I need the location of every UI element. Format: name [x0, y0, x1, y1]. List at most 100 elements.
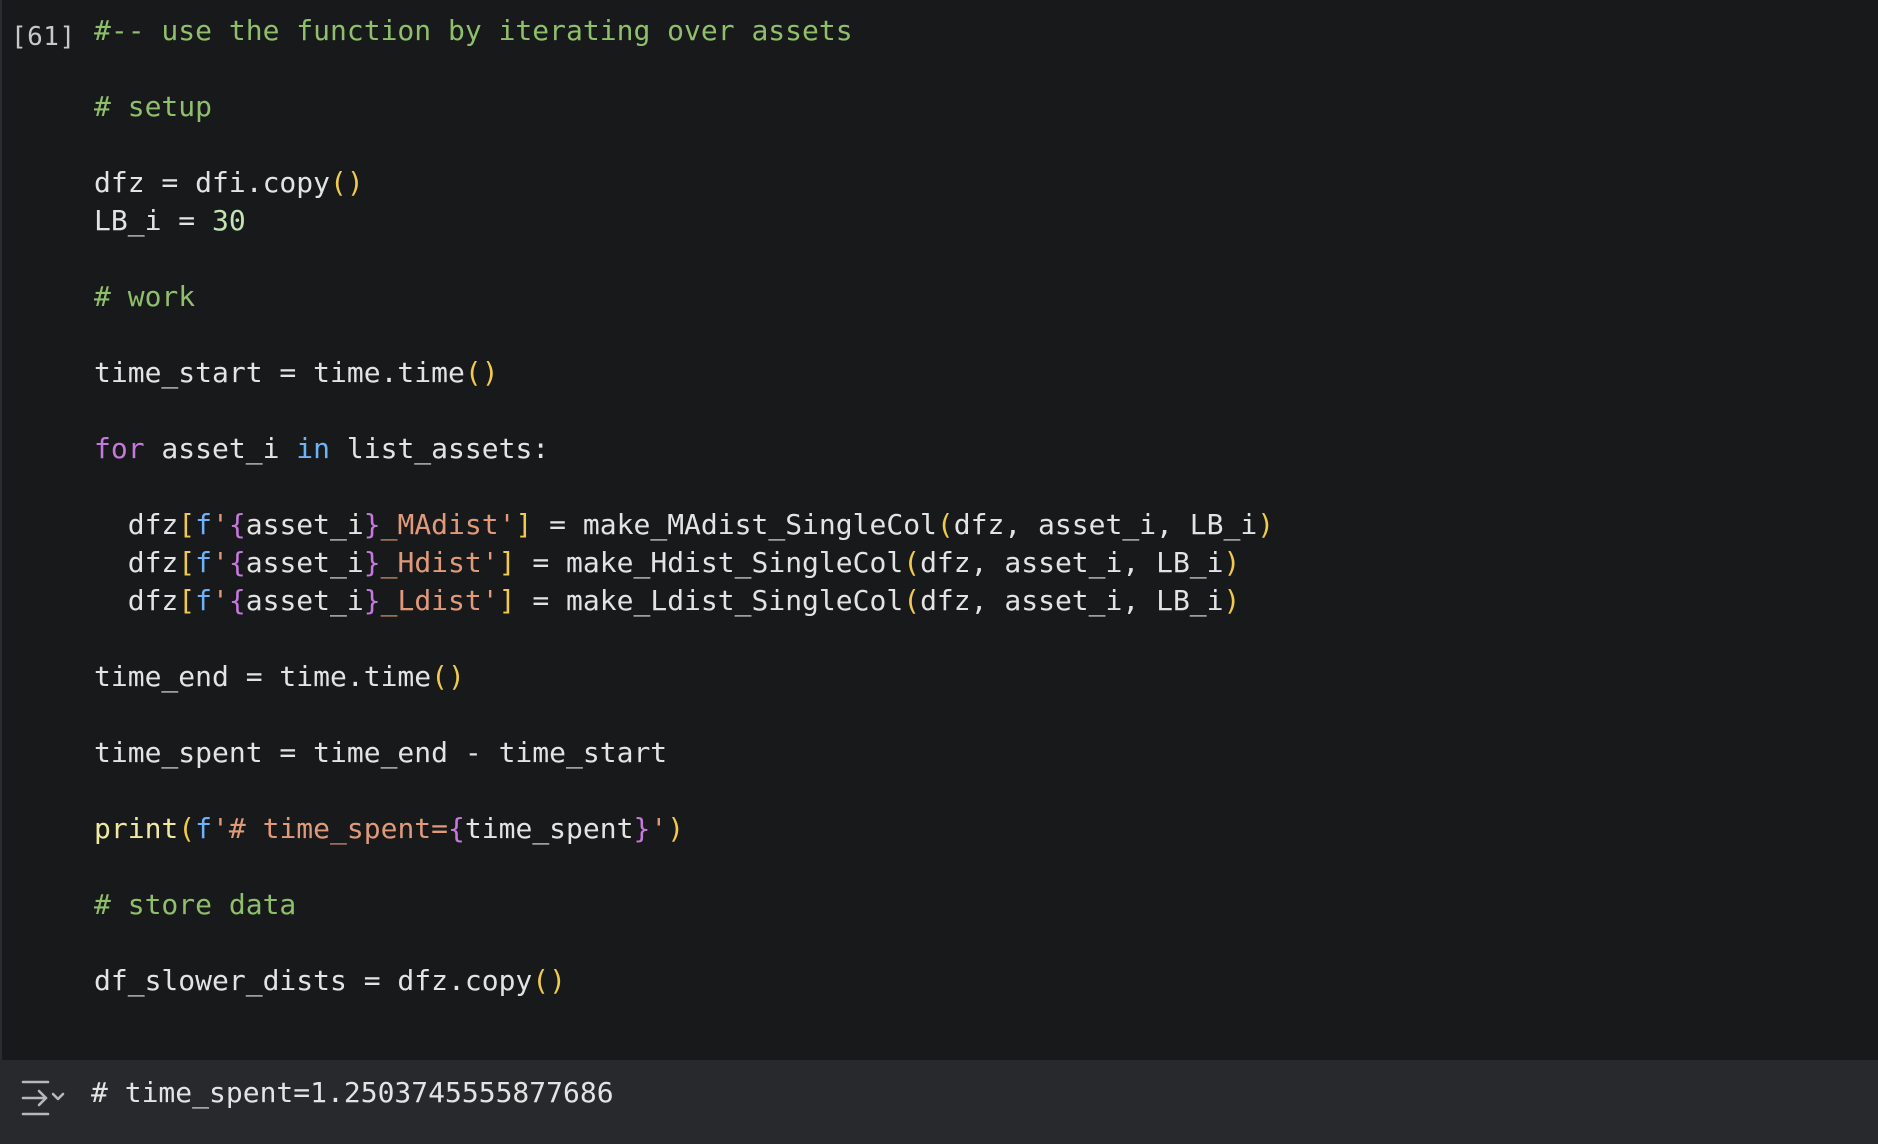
code-token: # store data	[94, 888, 297, 921]
code-token: #-- use the function by iterating over a…	[94, 14, 853, 47]
code-token: )	[1223, 584, 1241, 617]
code-token: dfz, asset_i, LB_i	[920, 546, 1224, 579]
code-token: list_assets:	[330, 432, 550, 465]
code-token: print	[94, 812, 179, 845]
code-line: #-- use the function by iterating over a…	[94, 12, 1858, 50]
code-token: f	[195, 508, 213, 541]
code-token: time_end = time.time	[94, 660, 432, 693]
code-token: ()	[431, 660, 465, 693]
code-token: [	[178, 584, 196, 617]
code-editor[interactable]: #-- use the function by iterating over a…	[94, 12, 1858, 1000]
cell-gutter	[0, 0, 2, 1060]
code-token: = make_Ldist_SingleCol	[515, 584, 904, 617]
code-token: )	[667, 812, 685, 845]
code-token: {	[228, 508, 246, 541]
code-token: = make_MAdist_SingleCol	[532, 508, 937, 541]
code-token: {	[448, 812, 465, 845]
code-token: # setup	[94, 90, 213, 123]
code-line: time_spent = time_end - time_start	[94, 734, 1858, 772]
code-token: f	[195, 812, 213, 845]
code-token: {	[228, 584, 246, 617]
code-token: in	[296, 432, 331, 465]
code-token: [	[178, 546, 196, 579]
code-token: (	[178, 812, 196, 845]
code-token: df_slower_dists = dfz.copy	[94, 964, 533, 997]
code-token: '	[212, 584, 229, 617]
output-text: # time_spent=1.2503745555877686	[91, 1076, 614, 1109]
code-token: # work	[94, 280, 196, 313]
code-token: _MAdist'	[380, 508, 516, 541]
code-token: '	[212, 508, 229, 541]
code-line: dfz[f'{asset_i}_Hdist'] = make_Hdist_Sin…	[94, 544, 1858, 582]
code-token: dfz	[94, 584, 179, 617]
code-line: # setup	[94, 88, 1858, 126]
code-token: }	[633, 812, 651, 845]
code-token: }	[363, 546, 381, 579]
code-token: '	[650, 812, 668, 845]
code-token: (	[903, 584, 921, 617]
code-line: df_slower_dists = dfz.copy()	[94, 962, 1858, 1000]
code-cell[interactable]: [61] #-- use the function by iterating o…	[0, 0, 1878, 1144]
code-token: }	[363, 508, 381, 541]
code-token: 30	[212, 204, 246, 237]
output-collapse-icon[interactable]	[20, 1078, 66, 1118]
code-token: asset_i	[245, 584, 364, 617]
code-token: }	[363, 584, 381, 617]
code-token: _Ldist'	[380, 584, 499, 617]
code-line: # work	[94, 278, 1858, 316]
code-token: time_spent	[464, 812, 634, 845]
code-token: time_start = time.time	[94, 356, 465, 389]
code-line: time_start = time.time()	[94, 354, 1858, 392]
output-area: # time_spent=1.2503745555877686	[0, 1060, 1878, 1144]
code-token: ()	[532, 964, 567, 997]
code-token: dfz, asset_i, LB_i	[953, 508, 1258, 541]
code-token: = make_Hdist_SingleCol	[515, 546, 904, 579]
code-token: asset_i	[144, 432, 297, 465]
code-line: dfz[f'{asset_i}_MAdist'] = make_MAdist_S…	[94, 506, 1858, 544]
code-token: LB_i =	[94, 204, 213, 237]
code-token: dfz	[94, 508, 179, 541]
code-token: f	[195, 546, 213, 579]
code-token: dfz, asset_i, LB_i	[920, 584, 1224, 617]
code-token: ]	[498, 546, 516, 579]
code-token: )	[1223, 546, 1241, 579]
code-token: ()	[464, 356, 499, 389]
code-token: _Hdist'	[380, 546, 499, 579]
code-token: [	[178, 508, 196, 541]
code-token: ]	[498, 584, 516, 617]
code-line: dfz = dfi.copy()	[94, 164, 1858, 202]
code-line: # store data	[94, 886, 1858, 924]
code-line: for asset_i in list_assets:	[94, 430, 1858, 468]
code-token: for	[94, 432, 145, 465]
code-token: ()	[330, 166, 364, 199]
execution-count: [61]	[11, 22, 76, 52]
code-token: time_spent = time_end - time_start	[94, 736, 668, 769]
code-token: (	[903, 546, 921, 579]
code-token: asset_i	[245, 508, 364, 541]
code-token: '# time_spent=	[212, 812, 449, 845]
code-token: f	[195, 584, 213, 617]
code-token: (	[936, 508, 954, 541]
code-token: ]	[515, 508, 533, 541]
code-token: )	[1257, 508, 1275, 541]
code-token: '	[212, 546, 229, 579]
code-line: dfz[f'{asset_i}_Ldist'] = make_Ldist_Sin…	[94, 582, 1858, 620]
code-token: dfz = dfi.copy	[94, 166, 331, 199]
code-token: {	[228, 546, 246, 579]
code-token: dfz	[94, 546, 179, 579]
code-line: LB_i = 30	[94, 202, 1858, 240]
code-line: print(f'# time_spent={time_spent}')	[94, 810, 1858, 848]
code-line: time_end = time.time()	[94, 658, 1858, 696]
code-token: asset_i	[245, 546, 364, 579]
